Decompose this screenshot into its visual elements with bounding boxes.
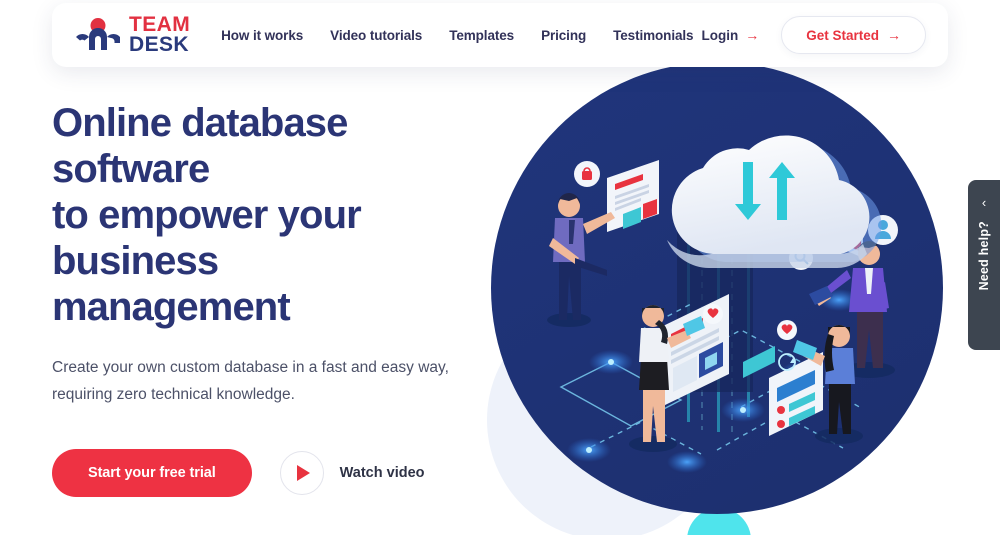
header-actions: Login → Get Started → bbox=[701, 16, 926, 54]
nav-item-testimonials[interactable]: Testimonials bbox=[613, 28, 693, 43]
title-line-4: business bbox=[52, 239, 219, 283]
nav-item-templates[interactable]: Templates bbox=[449, 28, 514, 43]
hero-copy: Online database software to empower your… bbox=[52, 100, 482, 408]
chevron-left-icon: ‹ bbox=[981, 195, 987, 210]
login-label: Login bbox=[701, 27, 739, 43]
title-line-3: to empower your bbox=[52, 193, 362, 237]
start-free-trial-button[interactable]: Start your free trial bbox=[52, 449, 252, 497]
teamdesk-person-logo-icon bbox=[76, 17, 120, 53]
hero-illustration bbox=[491, 62, 943, 514]
logo[interactable]: TEAM DESK bbox=[76, 14, 190, 56]
title-line-2: software bbox=[52, 147, 210, 191]
need-help-tab[interactable]: ‹ Need help? bbox=[968, 180, 1000, 350]
nav-item-video-tutorials[interactable]: Video tutorials bbox=[330, 28, 422, 43]
arrow-right-icon: → bbox=[745, 27, 760, 43]
logo-wordmark: TEAM DESK bbox=[129, 14, 190, 56]
need-help-label: Need help? bbox=[977, 221, 991, 291]
watch-video-label: Watch video bbox=[339, 465, 425, 481]
login-link[interactable]: Login → bbox=[701, 28, 759, 43]
nav-item-pricing[interactable]: Pricing bbox=[541, 28, 586, 43]
play-triangle-icon bbox=[297, 465, 311, 481]
arrow-right-icon: → bbox=[887, 27, 901, 43]
logo-desk-text: DESK bbox=[129, 33, 189, 56]
subtitle-line-1: Create your own custom database in a fas… bbox=[52, 359, 377, 376]
title-line-1: Online database bbox=[52, 101, 348, 145]
play-icon[interactable] bbox=[279, 451, 324, 495]
hero-actions: Start your free trial Watch video bbox=[52, 449, 425, 497]
main-navigation: How it works Video tutorials Templates P… bbox=[221, 28, 693, 43]
get-started-label: Get Started bbox=[806, 27, 879, 43]
nav-item-how-it-works[interactable]: How it works bbox=[221, 28, 303, 43]
page-title: Online database software to empower your… bbox=[52, 100, 482, 330]
landing-page: TEAM DESK How it works Video tutorials T… bbox=[0, 0, 1000, 535]
hero-subtitle: Create your own custom database in a fas… bbox=[52, 354, 452, 408]
get-started-button[interactable]: Get Started → bbox=[781, 16, 926, 54]
watch-video-button[interactable]: Watch video bbox=[279, 451, 425, 495]
site-header: TEAM DESK How it works Video tutorials T… bbox=[52, 3, 948, 67]
title-line-5: management bbox=[52, 285, 291, 329]
